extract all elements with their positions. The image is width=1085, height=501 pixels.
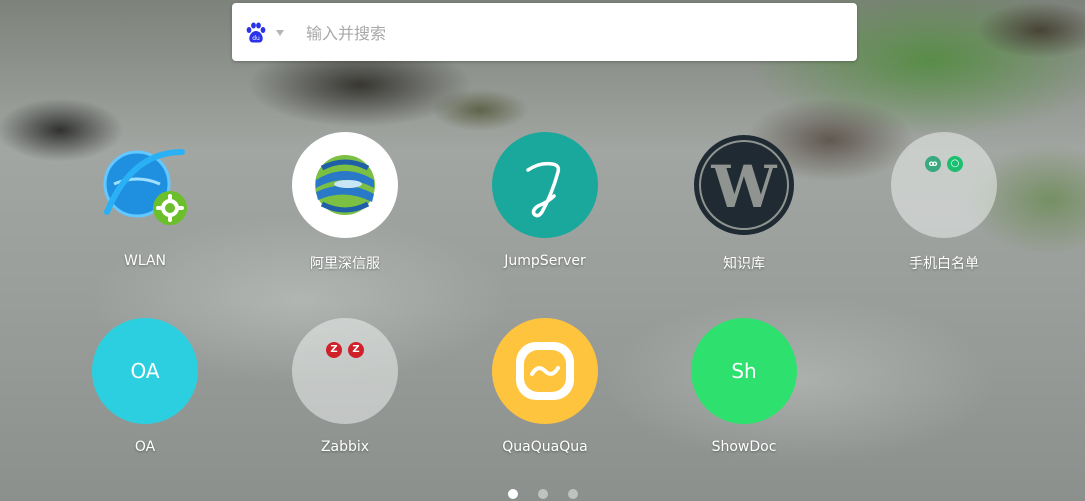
app-tile-zabbix[interactable]: Z Z Zabbix [260,318,430,455]
baidu-paw-icon: du [246,22,266,43]
zabbix-mini-icon: Z [326,342,342,358]
jumpserver-logo-icon [492,132,598,238]
folder-mini-icons: ꝏ ○ [891,132,997,238]
app-label: OA [134,439,156,455]
chevron-down-icon [276,30,284,36]
svg-text:W: W [710,153,777,221]
folder-mini-icons: Z Z [292,318,398,424]
app-label: QuaQuaQua [502,439,588,455]
search-input[interactable] [304,17,838,49]
mini-app-icon: ꝏ [925,156,941,172]
sh-letter-icon: Sh [691,318,797,424]
app-tile-jumpserver[interactable]: JumpServer [460,132,630,269]
smile-box-icon [492,318,598,424]
app-tile-phone-whitelist[interactable]: ꝏ ○ 手机白名单 [859,132,1029,273]
app-tile-quaquaqua[interactable]: QuaQuaQua [460,318,630,455]
svg-text:du: du [252,35,260,42]
zabbix-mini-icon: Z [348,342,364,358]
mini-icon-row: ꝏ ○ [891,156,997,172]
search-bar: du [232,3,857,61]
app-label: JumpServer [504,253,586,269]
app-tile-oa[interactable]: OA OA [60,318,230,455]
app-tile-wlan[interactable]: WLAN [60,132,230,269]
app-tile-ali-sangfor[interactable]: 阿里深信服 [260,132,430,273]
app-label: 阿里深信服 [310,256,380,272]
app-label: Zabbix [320,439,370,455]
app-tile-knowledge-base[interactable]: W 知识库 [659,132,829,273]
app-tile-showdoc[interactable]: Sh ShowDoc [659,318,829,455]
page-dot-3[interactable] [567,489,578,499]
wordpress-icon: W [691,132,797,238]
oa-letter-icon: OA [92,318,198,424]
icon-text: Sh [731,359,757,383]
app-label: 知识库 [723,256,765,272]
icon-text: OA [130,359,160,383]
mini-chat-icon: ○ [947,156,963,172]
globe-swirl-icon [292,132,398,238]
app-label: WLAN [123,253,166,269]
app-label: ShowDoc [711,439,777,455]
page-dot-1[interactable] [507,489,518,499]
ie-settings-icon [92,132,198,238]
page-dot-2[interactable] [537,489,548,499]
app-label: 手机白名单 [909,256,979,272]
search-engine-selector[interactable]: du [244,20,292,46]
mini-icon-row: Z Z [292,342,398,358]
page-indicator [0,489,1085,499]
